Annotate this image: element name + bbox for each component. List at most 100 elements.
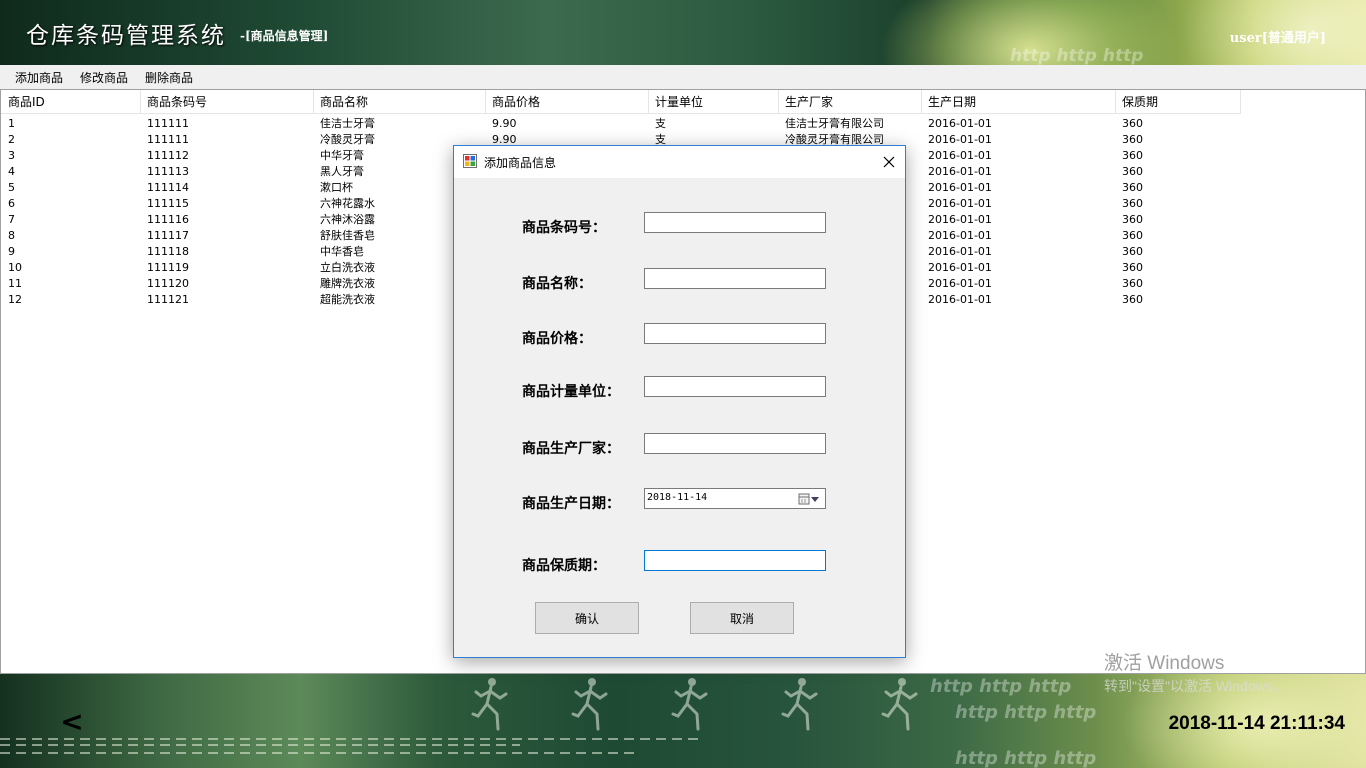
cell-barcode: 111111 (147, 117, 189, 130)
runner-icon (881, 678, 918, 731)
cell-production-date: 2016-01-01 (928, 229, 992, 242)
footer-decor-line (0, 744, 520, 746)
clock: 2018-11-14 21:11:34 (1168, 713, 1345, 734)
name-label: 商品名称： (522, 276, 592, 292)
footer-decor-line (0, 738, 700, 740)
barcode-label: 商品条码号： (522, 220, 606, 236)
cell-id: 9 (8, 245, 15, 258)
menu-item-delete-product[interactable]: 删除商品 (138, 69, 200, 86)
cell-id: 12 (8, 293, 22, 306)
cell-barcode: 111119 (147, 261, 189, 274)
dialog-title: 添加商品信息 (484, 156, 557, 170)
module-name: -[商品信息管理] (240, 29, 329, 43)
cell-id: 3 (8, 149, 15, 162)
cell-id: 10 (8, 261, 22, 274)
cell-id: 6 (8, 197, 15, 210)
shelf-life-label: 商品保质期： (522, 558, 606, 574)
footer-watermark: http http http (955, 748, 1097, 768)
cell-shelf-life: 360 (1122, 149, 1143, 162)
footer-watermark: http http http (955, 702, 1097, 723)
menu-item-add-product[interactable]: 添加商品 (8, 69, 70, 86)
cancel-button[interactable]: 取消 (690, 602, 794, 634)
app-title: 仓库条码管理系统 (26, 23, 226, 49)
cell-shelf-life: 360 (1122, 261, 1143, 274)
banner-watermark: http http http (1010, 46, 1144, 65)
shelf-life-input[interactable] (644, 550, 826, 571)
cell-shelf-life: 360 (1122, 213, 1143, 226)
cell-barcode: 111111 (147, 133, 189, 146)
column-header-manufacturer[interactable]: 生产厂家 (779, 90, 922, 114)
cell-production-date: 2016-01-01 (928, 133, 992, 146)
dialog-close-button[interactable] (873, 146, 905, 178)
cell-production-date: 2016-01-01 (928, 245, 992, 258)
cell-production-date: 2016-01-01 (928, 197, 992, 210)
calendar-icon[interactable] (798, 492, 822, 506)
cell-barcode: 111120 (147, 277, 189, 290)
runner-icon (471, 678, 508, 731)
price-label: 商品价格： (522, 331, 592, 347)
cell-barcode: 111117 (147, 229, 189, 242)
user-info: user[普通用户] (1229, 31, 1326, 46)
cell-barcode: 111113 (147, 165, 189, 178)
column-header-id[interactable]: 商品ID (2, 90, 141, 114)
column-header-barcode[interactable]: 商品条码号 (141, 90, 314, 114)
add-product-dialog: 添加商品信息 商品条码号： 商品名称： 商品价格： 商品计量单位： 商品生产厂家… (453, 145, 906, 658)
cell-barcode: 111112 (147, 149, 189, 162)
column-header-shelf-life[interactable]: 保质期 (1116, 90, 1241, 114)
name-input[interactable] (644, 268, 826, 289)
cell-price: 9.90 (492, 117, 517, 130)
cell-shelf-life: 360 (1122, 229, 1143, 242)
barcode-input[interactable] (644, 212, 826, 233)
footer-watermark: http http http (930, 676, 1072, 697)
cell-shelf-life: 360 (1122, 277, 1143, 290)
cell-production-date: 2016-01-01 (928, 149, 992, 162)
unit-label: 商品计量单位： (522, 384, 620, 400)
activate-windows-title: 激活 Windows (1104, 653, 1225, 674)
unit-input[interactable] (644, 376, 826, 397)
cell-shelf-life: 360 (1122, 165, 1143, 178)
cell-barcode: 111121 (147, 293, 189, 306)
dialog-titlebar[interactable]: 添加商品信息 (454, 146, 905, 178)
runner-icon (781, 678, 818, 731)
cell-production-date: 2016-01-01 (928, 117, 992, 130)
close-icon (883, 156, 895, 168)
table-row[interactable]: 1 111111 佳洁士牙膏 9.90 支佳洁士牙膏有限公司 2016-01-01 360 (1, 116, 1241, 132)
cell-production-date: 2016-01-01 (928, 213, 992, 226)
production-date-label: 商品生产日期： (522, 496, 620, 512)
activate-windows-subtitle: 转到"设置"以激活 Windows。 (1104, 678, 1287, 694)
cell-manufacturer: 佳洁士牙膏有限公司 (785, 117, 884, 130)
cell-shelf-life: 360 (1122, 245, 1143, 258)
cell-barcode: 111114 (147, 181, 189, 194)
cell-id: 5 (8, 181, 15, 194)
cell-id: 4 (8, 165, 15, 178)
cell-shelf-life: 360 (1122, 181, 1143, 194)
cell-barcode: 111115 (147, 197, 189, 210)
column-header-name[interactable]: 商品名称 (314, 90, 486, 114)
cell-id: 11 (8, 277, 22, 290)
cell-production-date: 2016-01-01 (928, 261, 992, 274)
form-icon (463, 154, 477, 168)
runner-icon (671, 678, 708, 731)
column-header-price[interactable]: 商品价格 (486, 90, 649, 114)
production-date-value: 2018-11-14 (647, 492, 708, 503)
cell-production-date: 2016-01-01 (928, 165, 992, 178)
footer-decor-line (0, 752, 640, 754)
cell-shelf-life: 360 (1122, 293, 1143, 306)
production-date-picker[interactable]: 2018-11-14 (644, 488, 826, 509)
cell-name: 佳洁士牙膏 (320, 117, 375, 130)
menu-item-edit-product[interactable]: 修改商品 (73, 69, 135, 86)
cell-shelf-life: 360 (1122, 133, 1143, 146)
column-header-production-date[interactable]: 生产日期 (922, 90, 1116, 114)
cell-id: 7 (8, 213, 15, 226)
back-button[interactable]: < (60, 704, 84, 740)
manufacturer-label: 商品生产厂家： (522, 441, 620, 457)
cell-production-date: 2016-01-01 (928, 181, 992, 194)
menu-bar: 添加商品 修改商品 删除商品 (0, 65, 1366, 89)
manufacturer-input[interactable] (644, 433, 826, 454)
price-input[interactable] (644, 323, 826, 344)
column-header-unit[interactable]: 计量单位 (649, 90, 779, 114)
cell-unit: 支 (655, 117, 666, 130)
runner-icon (571, 678, 608, 731)
confirm-button[interactable]: 确认 (535, 602, 639, 634)
cell-id: 2 (8, 133, 15, 146)
